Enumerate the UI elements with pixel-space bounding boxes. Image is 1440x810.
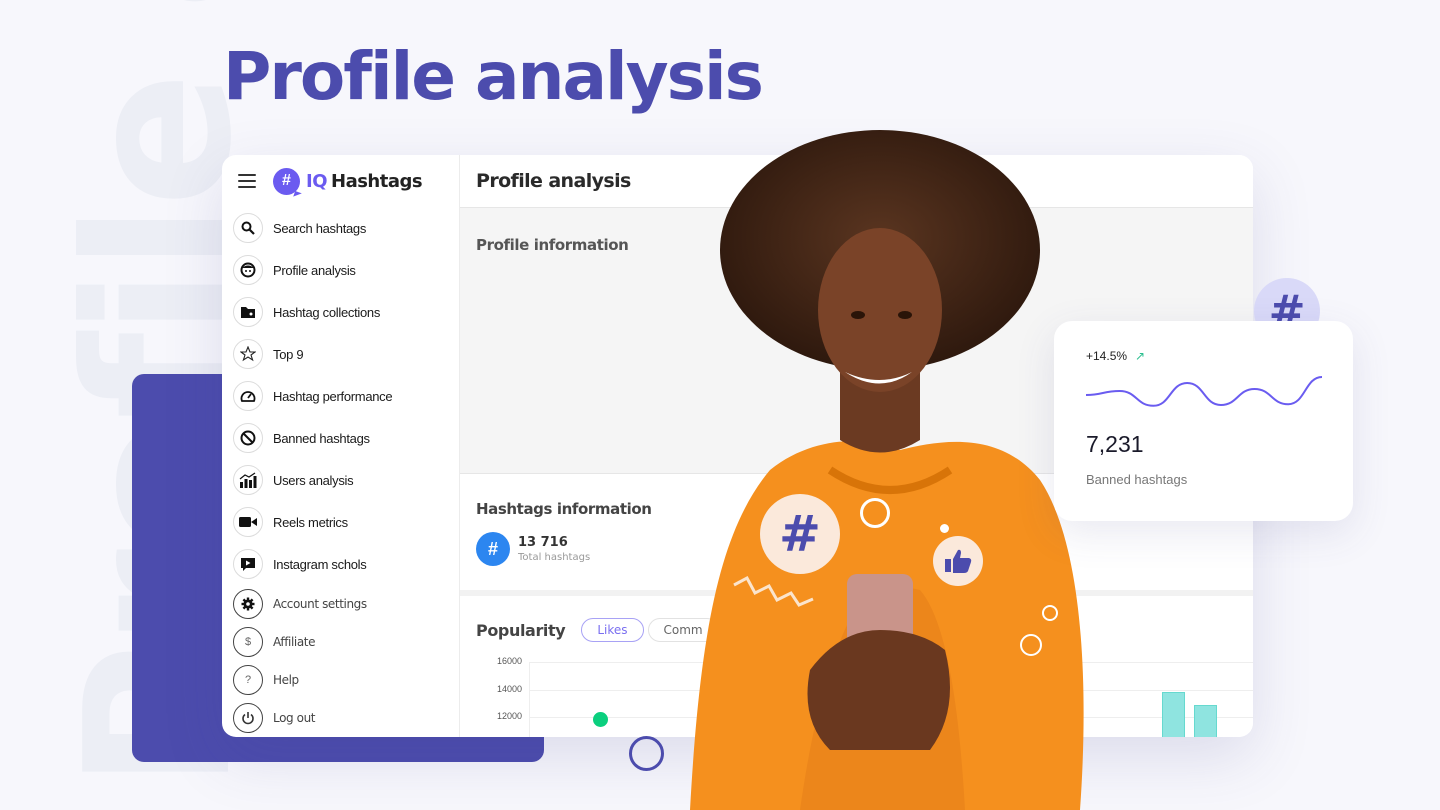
- sidebar-item-label: Reels metrics: [273, 514, 348, 530]
- sparkline-chart: [1085, 376, 1323, 407]
- sidebar-item-hashtag-performance[interactable]: Hashtag performance: [233, 375, 459, 417]
- sidebar-item-top-9[interactable]: Top 9: [233, 333, 459, 375]
- decorative-circle: [1042, 605, 1058, 621]
- play-message-icon: [233, 549, 263, 579]
- face-icon: [233, 255, 263, 285]
- ban-icon: [233, 423, 263, 453]
- folder-star-icon: [233, 297, 263, 327]
- sidebar-item-label: Account settings: [273, 597, 367, 611]
- sidebar-item-label: Hashtag collections: [273, 304, 381, 320]
- sidebar-item-label: Affiliate: [273, 635, 316, 649]
- hashtag-icon: #: [476, 532, 510, 566]
- sidebar-item-log-out[interactable]: Log out: [233, 699, 459, 737]
- decorative-circle: [1020, 634, 1042, 656]
- sidebar-item-users-analysis[interactable]: Users analysis: [233, 459, 459, 501]
- sidebar-item-label: Search hashtags: [273, 220, 367, 236]
- banned-hashtags-card: +14.5% ↗ 7,231 Banned hashtags: [1054, 321, 1353, 521]
- data-bar[interactable]: [1162, 692, 1185, 737]
- banned-hashtags-label: Banned hashtags: [1086, 472, 1188, 487]
- hamburger-icon[interactable]: [238, 174, 256, 188]
- zigzag-decoration: [733, 575, 814, 607]
- sidebar-item-label: Log out: [273, 711, 316, 725]
- page-title: Profile analysis: [476, 170, 631, 192]
- y-tick-label: 16000: [496, 656, 522, 666]
- decorative-dot: [940, 524, 949, 533]
- total-hashtags-label: Total hashtags: [518, 552, 591, 563]
- bar-chart-icon: [233, 465, 263, 495]
- like-speech-bubble: [933, 536, 983, 586]
- sidebar-item-profile-analysis[interactable]: Profile analysis: [233, 249, 459, 291]
- brand-header: # IQ Hashtags: [222, 155, 459, 207]
- sidebar-item-account-settings[interactable]: Account settings: [233, 585, 459, 623]
- sidebar-item-banned-hashtags[interactable]: Banned hashtags: [233, 417, 459, 459]
- dollar-icon: $: [233, 627, 263, 657]
- sidebar-item-search-hashtags[interactable]: Search hashtags: [233, 207, 459, 249]
- tab-likes[interactable]: Likes: [581, 618, 644, 642]
- hashtag-icon: #: [779, 505, 821, 563]
- sidebar-item-label: Users analysis: [273, 472, 354, 488]
- sparkline-series: [1085, 376, 1323, 407]
- sidebar: # IQ Hashtags Search hashtags Profile an…: [222, 155, 460, 737]
- sidebar-item-label: Help: [273, 673, 299, 687]
- sidebar-item-label: Top 9: [273, 346, 304, 362]
- person-illustration: [690, 130, 1084, 810]
- data-bar[interactable]: [1194, 704, 1217, 737]
- thumbs-up-icon: [945, 549, 972, 573]
- brand-name: Hashtags: [331, 170, 423, 192]
- hero-title: Profile analysis: [223, 38, 764, 115]
- sidebar-item-label: Instagram schols: [273, 556, 367, 572]
- sidebar-item-reels-metrics[interactable]: Reels metrics: [233, 501, 459, 543]
- banned-hashtags-value: 7,231: [1086, 431, 1144, 457]
- sidebar-item-instagram-schools[interactable]: Instagram schols: [233, 543, 459, 585]
- data-point[interactable]: [593, 712, 608, 728]
- sidebar-item-affiliate[interactable]: $ Affiliate: [233, 623, 459, 661]
- sidebar-item-hashtag-collections[interactable]: Hashtag collections: [233, 291, 459, 333]
- logo-hash-icon: #: [273, 167, 300, 195]
- change-percent: +14.5%: [1086, 349, 1128, 363]
- sidebar-nav: Search hashtags Profile analysis Hashtag…: [222, 207, 459, 737]
- y-axis: [529, 662, 530, 737]
- trending-up-icon: ↗: [1135, 349, 1146, 363]
- search-icon: [233, 213, 263, 243]
- decorative-circle: [860, 498, 890, 528]
- gauge-icon: [233, 381, 263, 411]
- popularity-title: Popularity: [476, 620, 566, 640]
- question-icon: ?: [233, 665, 263, 695]
- gear-icon: [233, 589, 263, 619]
- star-icon: [233, 339, 263, 369]
- sidebar-item-help[interactable]: ? Help: [233, 661, 459, 699]
- y-tick-label: 14000: [496, 683, 522, 694]
- power-icon: [233, 703, 263, 733]
- y-tick-label: 12000: [496, 711, 522, 721]
- change-indicator: +14.5% ↗: [1086, 349, 1321, 363]
- sidebar-item-label: Hashtag performance: [273, 388, 393, 404]
- video-camera-icon: [233, 507, 263, 537]
- hashtag-speech-bubble: #: [760, 494, 840, 574]
- decorative-circle: [629, 736, 664, 771]
- total-hashtags-value: 13 716: [518, 535, 568, 550]
- sidebar-item-label: Profile analysis: [273, 262, 356, 278]
- sidebar-item-label: Banned hashtags: [273, 430, 370, 446]
- brand-prefix: IQ: [306, 170, 328, 192]
